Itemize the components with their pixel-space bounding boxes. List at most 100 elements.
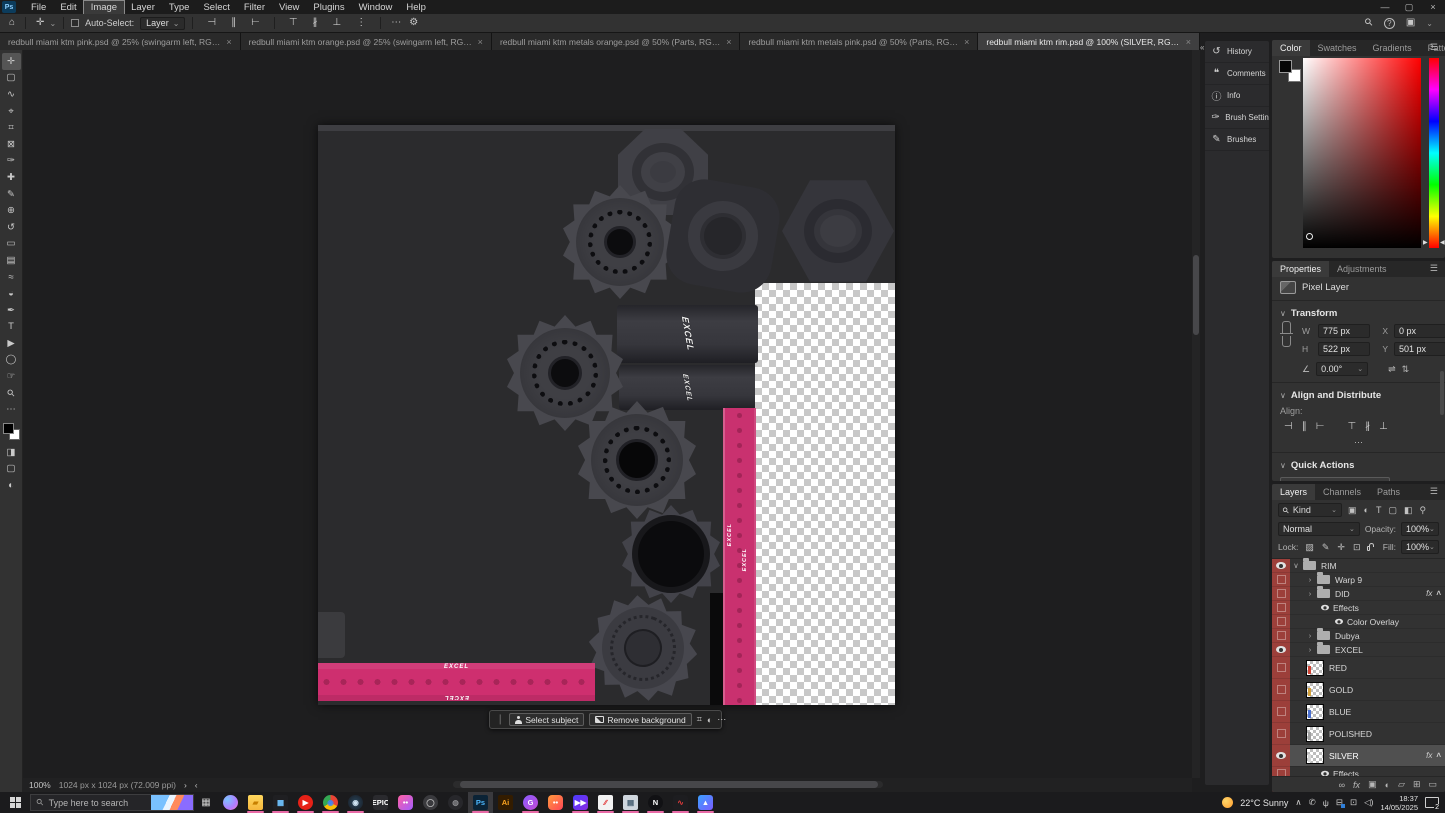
object-selection-tool[interactable]: ⌖ <box>2 103 21 120</box>
chevron-down-icon[interactable]: ⌄ <box>1426 19 1433 28</box>
menu-item[interactable]: Image <box>84 1 124 14</box>
transform-section-header[interactable]: ∨ Transform <box>1272 303 1445 322</box>
blend-mode-dropdown[interactable]: Normal ⌄ <box>1278 522 1360 536</box>
eye-hidden-box[interactable] <box>1277 575 1286 584</box>
clone-stamp-tool[interactable]: ⊕ <box>2 202 21 219</box>
layer-visibility-cell[interactable] <box>1272 629 1290 643</box>
width-field[interactable]: 775 px <box>1318 324 1370 338</box>
fx-collapse-icon[interactable]: ˄ <box>1436 589 1441 598</box>
smudge-tool[interactable]: ≈ <box>2 269 21 286</box>
clock[interactable]: 18:37 14/05/2025 <box>1380 794 1418 812</box>
layer-row-body[interactable]: BLUE <box>1290 701 1445 723</box>
layer-row[interactable]: › Warp 9 <box>1272 573 1445 587</box>
phone-link-icon[interactable]: ✆ <box>1309 797 1316 808</box>
lock-all-icon[interactable] <box>1367 546 1369 551</box>
layer-thumbnail[interactable] <box>1306 660 1324 676</box>
panel-tab[interactable]: Color <box>1272 40 1310 56</box>
type-filter-icon[interactable]: T <box>1374 505 1384 516</box>
path-selection-tool[interactable]: ▶ <box>2 335 21 352</box>
healing-brush-tool[interactable]: ✚ <box>2 169 21 186</box>
layer-row[interactable]: ∨ RIM <box>1272 559 1445 573</box>
layer-row[interactable]: › EXCEL <box>1272 643 1445 657</box>
group-caret-icon[interactable]: › <box>1306 589 1314 598</box>
layer-row[interactable]: SILVER fx ˄ <box>1272 745 1445 767</box>
eye-hidden-box[interactable] <box>1277 707 1286 716</box>
expand-dock-icon[interactable]: « <box>1200 43 1204 52</box>
taskbar-photoshop[interactable]: Ps <box>468 792 493 813</box>
document-tab[interactable]: redbull miami ktm rim.psd @ 100% (SILVER… <box>978 33 1200 50</box>
shape-filter-icon[interactable]: ▢ <box>1386 505 1399 516</box>
layer-row-body[interactable]: POLISHED <box>1290 723 1445 745</box>
hue-marker-right[interactable]: ◀ <box>1440 239 1445 246</box>
layer-name[interactable]: Effects <box>1333 603 1359 613</box>
eye-icon[interactable] <box>1276 562 1286 569</box>
menu-item[interactable]: Type <box>162 1 197 14</box>
layer-name[interactable]: DID <box>1335 589 1350 599</box>
layer-row[interactable]: RED <box>1272 657 1445 679</box>
foreground-color-swatch[interactable] <box>1279 60 1292 73</box>
move-tool[interactable]: ✛ <box>2 53 21 70</box>
align-top-icon[interactable]: ⊤ <box>1347 421 1356 432</box>
home-icon[interactable]: ⌂ <box>6 15 18 31</box>
panel-tab[interactable]: Swatches <box>1310 40 1365 56</box>
close-tab-icon[interactable]: × <box>1186 37 1191 47</box>
adjustment-icon[interactable]: ◐ <box>707 715 712 725</box>
eye-hidden-box[interactable] <box>1277 617 1286 626</box>
document-canvas[interactable]: EXCEL EXCEL EXCEL EXCEL <box>318 125 895 705</box>
fill-dropdown[interactable]: 100% ⌄ <box>1401 540 1439 554</box>
layer-fx-icon[interactable]: fx <box>1353 780 1360 790</box>
layer-name[interactable]: Dubya <box>1335 631 1360 641</box>
align-section-header[interactable]: ∨ Align and Distribute <box>1272 385 1445 404</box>
taskbar-grid-app[interactable]: ▤ <box>618 792 643 813</box>
align-bottom-icon[interactable]: ⊥ <box>330 15 345 31</box>
taskbar-epic[interactable]: EPIC <box>368 792 393 813</box>
layer-visibility-cell[interactable] <box>1272 559 1290 573</box>
close-tab-icon[interactable]: × <box>478 37 483 47</box>
lock-artboard-icon[interactable]: ⊡ <box>1351 542 1363 553</box>
taskbar-gamepad-pink[interactable]: •• <box>393 792 418 813</box>
delete-layer-icon[interactable]: ▭ <box>1428 779 1437 790</box>
eye-hidden-box[interactable] <box>1277 589 1286 598</box>
layer-name[interactable]: BLUE <box>1329 707 1351 717</box>
taskbar-dark-red-app[interactable]: ∿ <box>668 792 693 813</box>
type-tool[interactable]: T <box>2 319 21 336</box>
menu-item[interactable]: Layer <box>124 1 162 14</box>
document-tab[interactable]: redbull miami ktm metals pink.psd @ 50% … <box>740 33 978 50</box>
layer-mask-icon[interactable]: ▣ <box>1368 779 1377 790</box>
group-caret-icon[interactable]: ∨ <box>1292 561 1300 570</box>
horizontal-scrollbar[interactable] <box>453 781 883 788</box>
layer-visibility-cell[interactable] <box>1272 679 1290 701</box>
taskbar-copilot[interactable] <box>218 792 243 813</box>
menu-item[interactable]: Select <box>196 1 236 14</box>
panel-tab[interactable]: Gradients <box>1365 40 1420 56</box>
zoom-tool[interactable]: ⚲ <box>2 385 21 402</box>
layer-row-body[interactable]: ∨ RIM <box>1290 559 1445 573</box>
document-tab[interactable]: redbull miami ktm orange.psd @ 25% (swin… <box>241 33 492 50</box>
taskbar-chrome[interactable]: ◉ <box>318 792 343 813</box>
panel-menu-icon[interactable]: ☰ <box>1430 486 1443 497</box>
layer-row-body[interactable]: › DID fx ˄ <box>1290 587 1445 601</box>
search-icon[interactable]: ⚲ <box>1359 13 1380 34</box>
layer-row[interactable]: POLISHED <box>1272 723 1445 745</box>
align-left-icon[interactable]: ⊣ <box>1284 421 1293 432</box>
crop-tool[interactable]: ⌗ <box>2 119 21 136</box>
smart-filter-icon[interactable]: ◧ <box>1402 505 1415 516</box>
fx-icon[interactable]: fx <box>1426 589 1432 598</box>
align-bottom-icon[interactable]: ⊥ <box>1379 421 1388 432</box>
minimize-button[interactable]: — <box>1373 1 1397 14</box>
layer-row-body[interactable]: Color Overlay <box>1290 615 1445 629</box>
panel-tab[interactable]: Channels <box>1315 484 1369 500</box>
layer-name[interactable]: POLISHED <box>1329 729 1372 739</box>
remove-background-button[interactable]: Remove background <box>589 713 691 726</box>
kind-filter-dropdown[interactable]: ⚲ Kind ⌄ <box>1278 503 1342 517</box>
dock-brush-settings[interactable]: ✑ Brush Settings <box>1205 107 1269 129</box>
taskbar-yt-music[interactable]: ▶ <box>293 792 318 813</box>
eye-hidden-box[interactable] <box>1277 603 1286 612</box>
align-right-icon[interactable]: ⊢ <box>248 15 263 31</box>
dock-brushes[interactable]: ✎ Brushes <box>1205 129 1269 151</box>
foreground-color-swatch[interactable] <box>3 423 14 434</box>
panel-menu-icon[interactable]: ☰ <box>1430 263 1443 274</box>
opacity-dropdown[interactable]: 100% ⌄ <box>1401 522 1439 536</box>
fx-collapse-icon[interactable]: ˄ <box>1436 751 1441 760</box>
move-tool-icon[interactable]: ✛ <box>33 15 47 31</box>
